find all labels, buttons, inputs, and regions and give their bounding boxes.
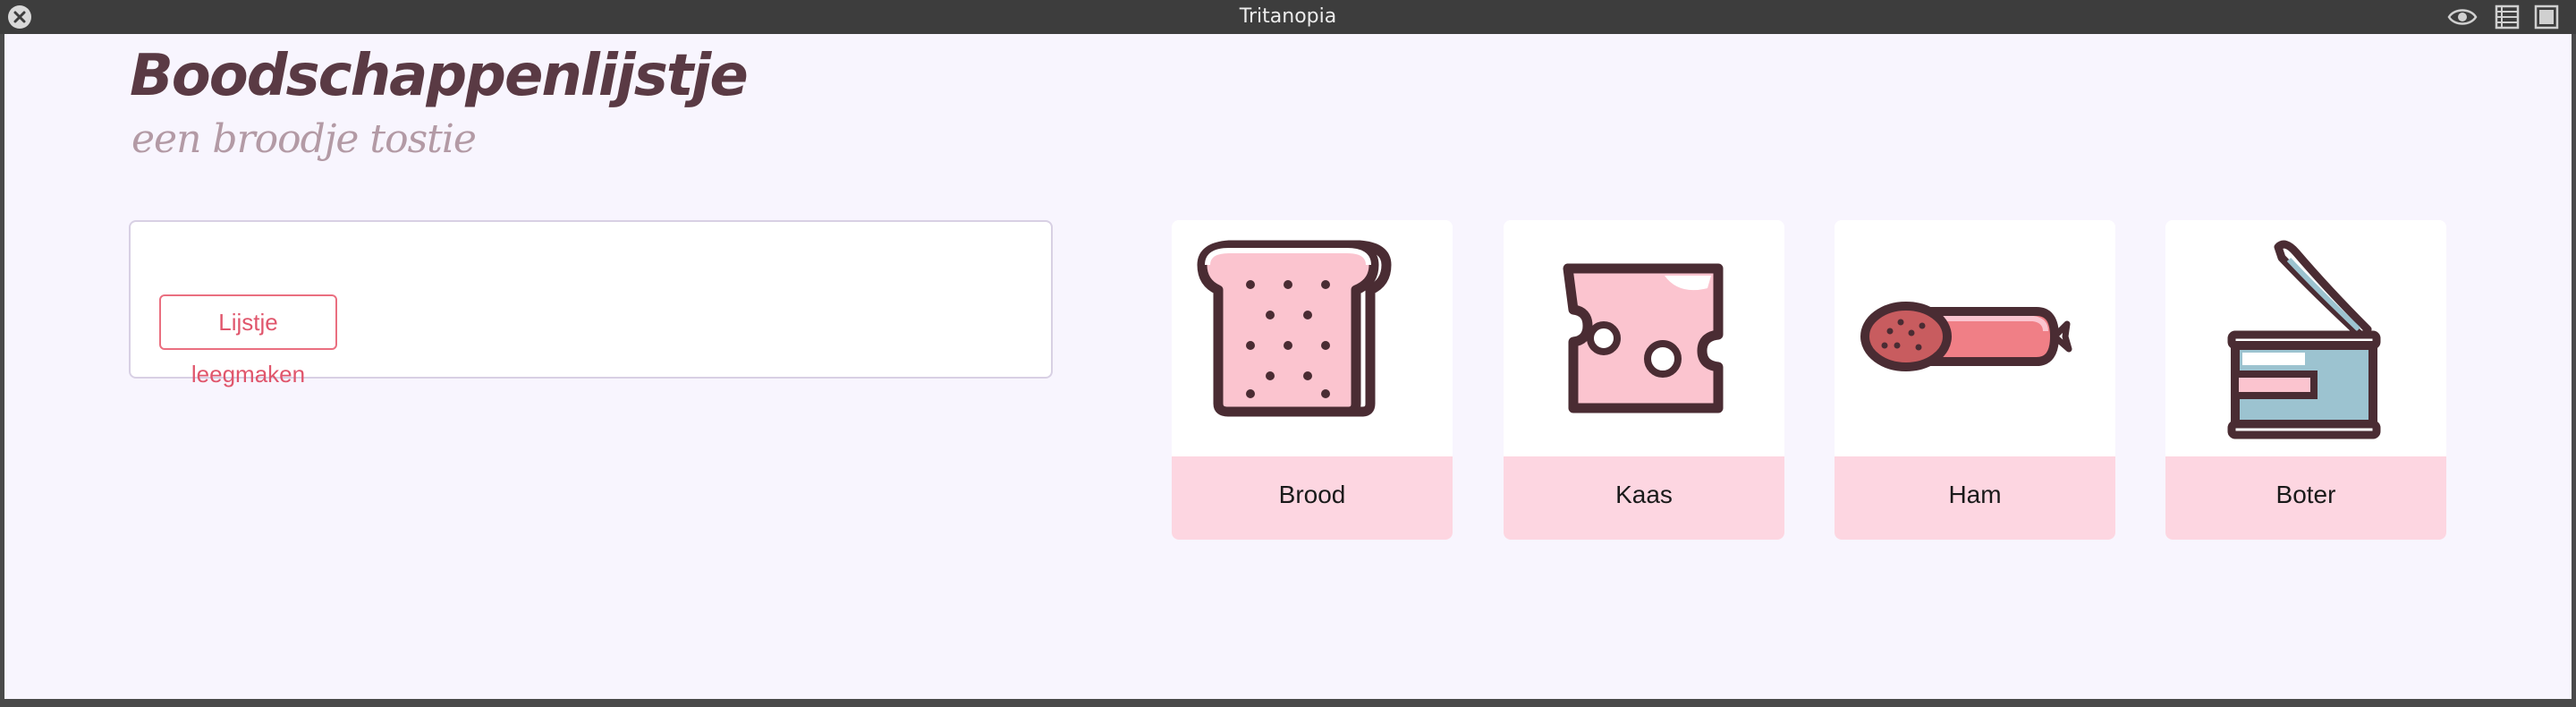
eye-icon[interactable]: [2447, 4, 2478, 30]
product-label: Ham: [1835, 456, 2115, 540]
window-titlebar: Tritanopia: [0, 0, 2576, 34]
product-label: Kaas: [1504, 456, 1784, 540]
cheese-icon: [1504, 220, 1784, 456]
list-view-icon[interactable]: [2492, 4, 2522, 30]
window-title: Tritanopia: [1239, 5, 1337, 28]
product-label: Brood: [1172, 456, 1453, 540]
bread-icon: [1172, 220, 1453, 456]
butter-tin-icon: [2165, 220, 2446, 456]
shopping-list-panel: Lijstje leegmaken: [129, 220, 1053, 388]
page-subtitle: een broodje tostie: [131, 116, 477, 162]
clear-list-button[interactable]: Lijstje leegmaken: [159, 294, 337, 388]
product-label: Boter: [2165, 456, 2446, 540]
product-card-brood[interactable]: Brood: [1172, 220, 1453, 540]
window-bottom-border: [0, 699, 2576, 707]
product-card-ham[interactable]: Ham: [1835, 220, 2115, 540]
app-content: Boodschappenlijstje een broodje tostie L…: [4, 34, 2572, 699]
page-title: Boodschappenlijstje: [130, 43, 749, 109]
ham-icon: [1835, 220, 2115, 456]
window-icon[interactable]: [2531, 4, 2562, 30]
product-card-boter[interactable]: Boter: [2165, 220, 2446, 540]
product-card-kaas[interactable]: Kaas: [1504, 220, 1784, 540]
